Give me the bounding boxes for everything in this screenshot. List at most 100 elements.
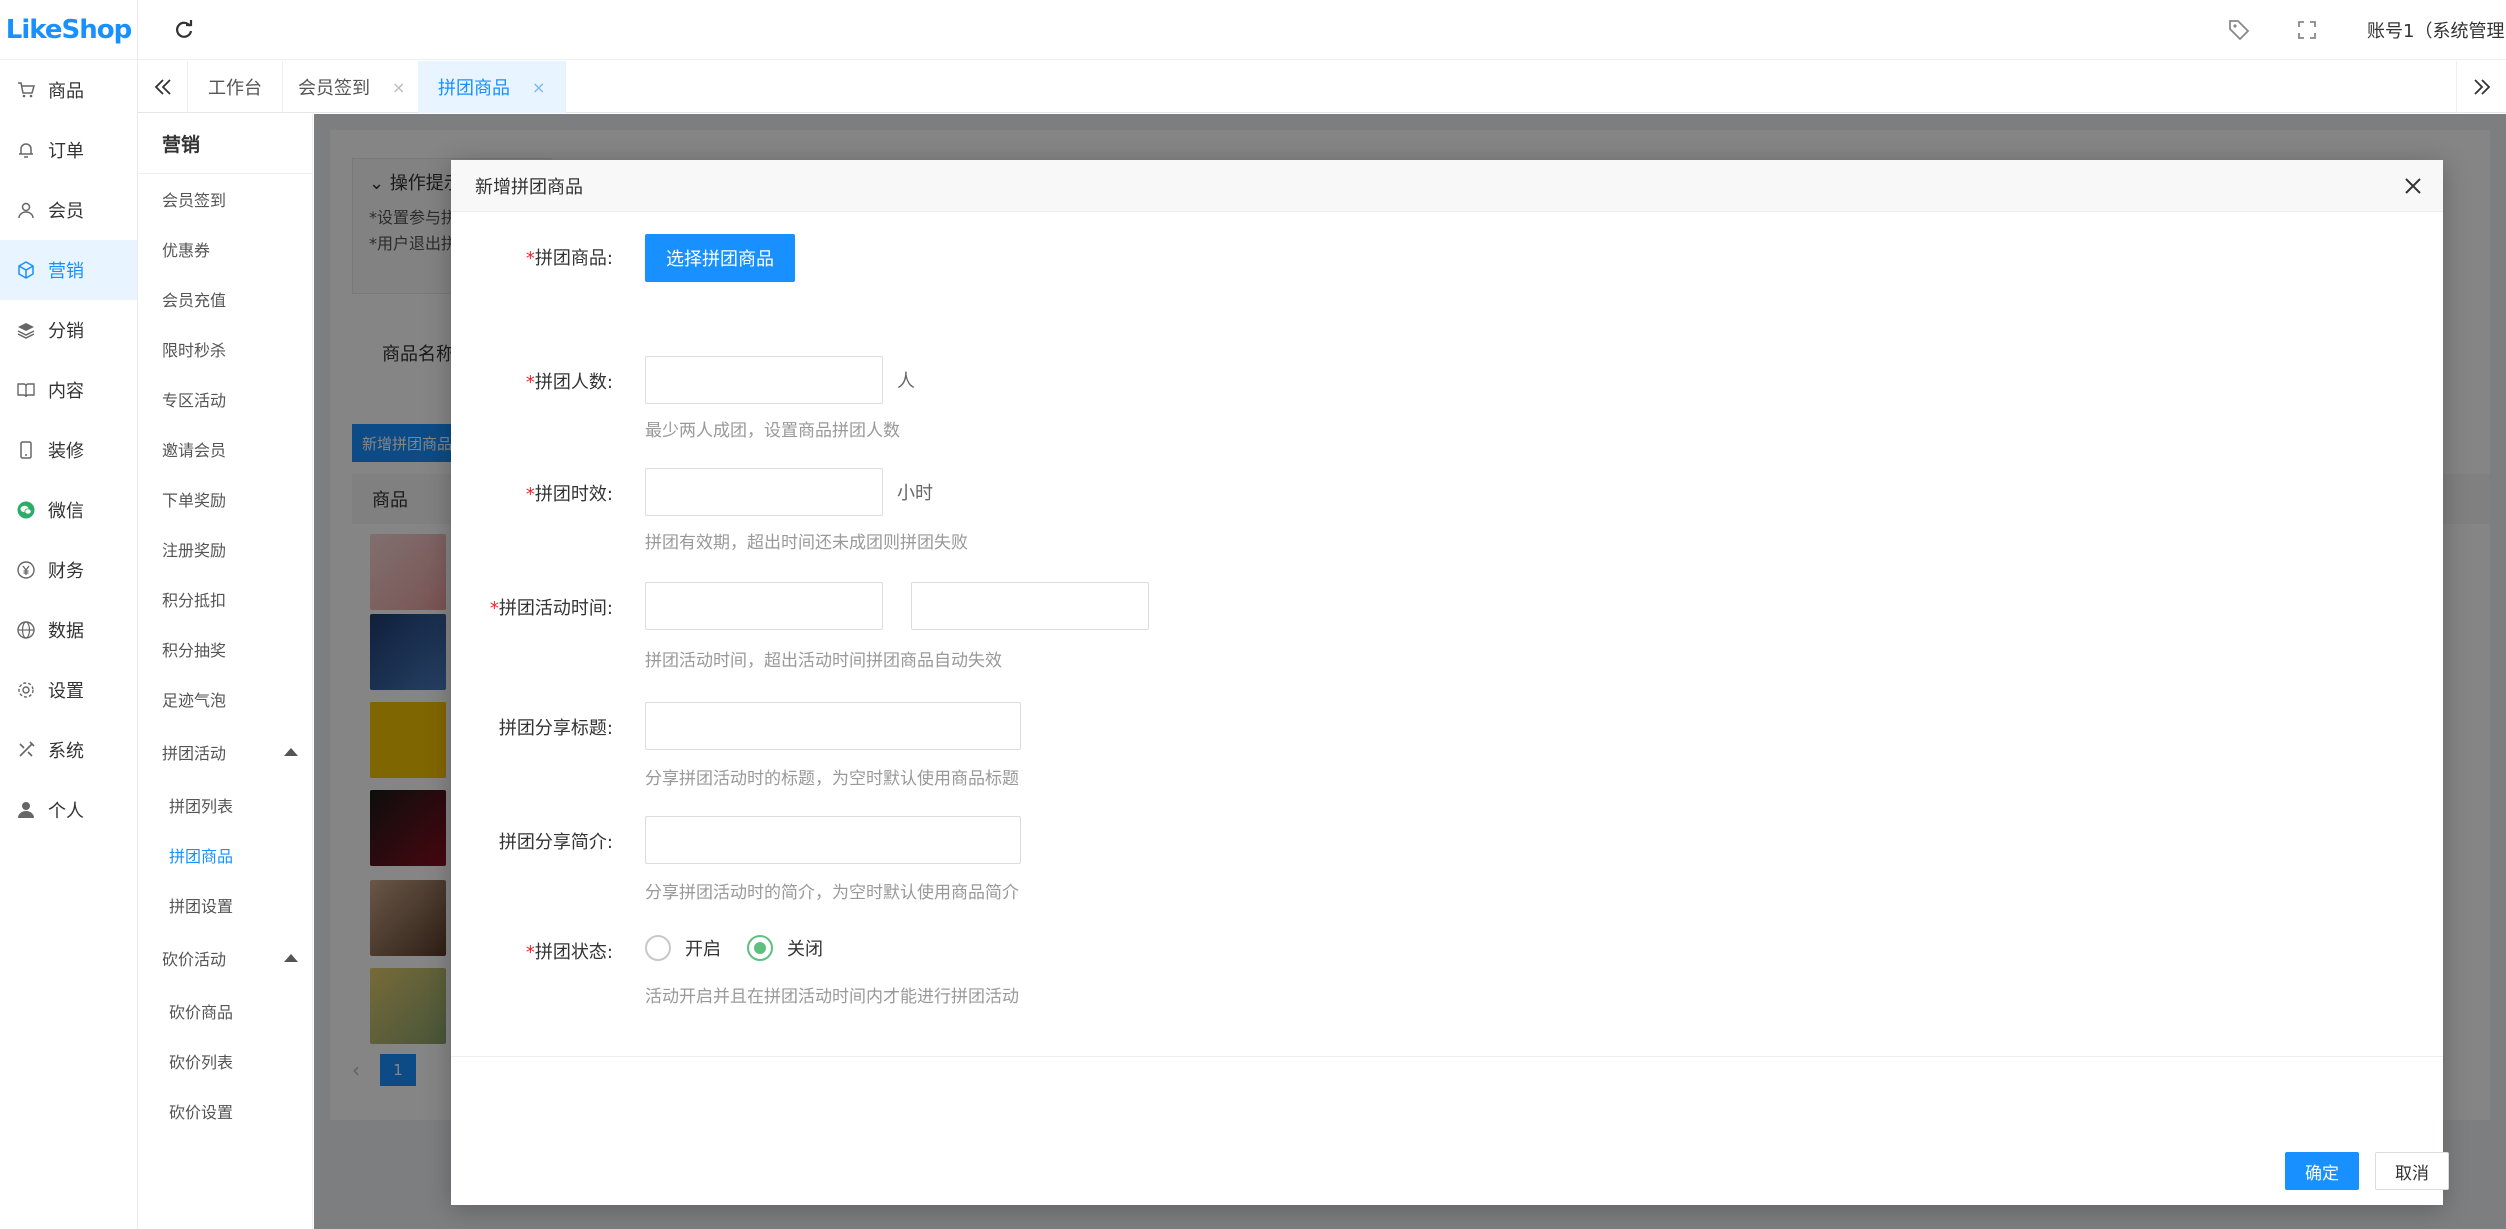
subnav-item[interactable]: 下单奖励 xyxy=(139,474,312,524)
subnav-item[interactable]: 邀请会员 xyxy=(139,424,312,474)
field-label: 拼团分享标题: xyxy=(498,718,613,739)
field-hint: 活动开启并且在拼团活动时间内才能进行拼团活动 xyxy=(645,987,1019,1007)
layers-icon xyxy=(16,320,36,340)
dialog-divider xyxy=(451,1056,2443,1057)
globe-icon xyxy=(16,620,36,640)
tab-member-checkin[interactable]: 会员签到 × xyxy=(278,61,427,113)
status-radio-off[interactable]: 关闭 xyxy=(747,935,823,961)
sidebar-item-label: 分销 xyxy=(48,321,84,342)
sidebar-item-label: 商品 xyxy=(48,81,84,102)
yen-icon xyxy=(16,560,36,580)
subnav-group-label: 拼团活动 xyxy=(162,744,227,763)
subnav-item[interactable]: 积分抽奖 xyxy=(139,624,312,674)
sidebar-item-4[interactable]: 分销 xyxy=(0,300,137,360)
person-icon xyxy=(16,800,36,820)
subnav-item-group-goods[interactable]: 拼团商品 xyxy=(139,830,312,880)
add-group-goods-dialog: 新增拼团商品 *拼团商品: 选择拼团商品 *拼团人数: 人 最少两人成团，设置商… xyxy=(451,160,2449,1205)
subnav-title: 营销 xyxy=(139,114,312,174)
wechat-icon xyxy=(16,500,36,520)
radio-circle xyxy=(645,935,671,961)
sidebar-item-label: 财务 xyxy=(48,561,84,582)
field-hint: 分享拼团活动时的简介，为空时默认使用商品简介 xyxy=(645,883,1019,903)
field-label: *拼团商品: xyxy=(525,248,613,269)
confirm-button[interactable]: 确定 xyxy=(2285,1152,2359,1190)
sidebar-item-6[interactable]: 装修 xyxy=(0,420,137,480)
book-icon xyxy=(16,380,36,400)
sidebar-item-12[interactable]: 个人 xyxy=(0,780,137,840)
tab-group-goods[interactable]: 拼团商品 × xyxy=(418,61,567,113)
subnav-item[interactable]: 足迹气泡 xyxy=(139,674,312,724)
field-hint: 拼团有效期，超出时间还未成团则拼团失败 xyxy=(645,533,968,553)
sidebar-item-label: 个人 xyxy=(48,801,84,822)
close-icon[interactable] xyxy=(2399,172,2427,200)
sidebar-item-label: 微信 xyxy=(48,501,84,522)
subnav-item[interactable]: 积分抵扣 xyxy=(139,574,312,624)
refresh-icon[interactable] xyxy=(172,18,196,42)
sidebar-item-label: 内容 xyxy=(48,381,84,402)
sidebar-item-1[interactable]: 订单 xyxy=(0,120,137,180)
tab-workbench[interactable]: 工作台 xyxy=(188,61,283,113)
tabs-scroll-left-icon[interactable] xyxy=(138,61,188,113)
caret-up-icon xyxy=(284,748,298,756)
sidebar-item-label: 设置 xyxy=(48,681,84,702)
account-name[interactable]: 账号1（系统管理员 xyxy=(2367,17,2506,43)
close-icon[interactable]: × xyxy=(392,78,405,97)
validity-hours-input[interactable] xyxy=(645,468,883,516)
dialog-title: 新增拼团商品 xyxy=(475,176,583,198)
top-header: 账号1（系统管理员 xyxy=(138,0,2506,60)
sidebar-item-10[interactable]: 设置 xyxy=(0,660,137,720)
sidebar-item-5[interactable]: 内容 xyxy=(0,360,137,420)
subnav-item[interactable]: 会员充值 xyxy=(139,274,312,324)
field-hint: 最少两人成团，设置商品拼团人数 xyxy=(645,421,900,441)
tag-icon[interactable] xyxy=(2227,18,2251,42)
subnav-item-group-list[interactable]: 拼团列表 xyxy=(139,780,312,830)
close-icon[interactable]: × xyxy=(532,78,545,97)
sidebar-item-label: 订单 xyxy=(48,141,84,162)
sidebar-item-11[interactable]: 系统 xyxy=(0,720,137,780)
sidebar-item-0[interactable]: 商品 xyxy=(0,60,137,120)
subnav-item-bargain-settings[interactable]: 砍价设置 xyxy=(139,1086,312,1136)
main-sidebar: LikeShop 商品订单会员营销分销内容装修微信财务数据设置系统个人 xyxy=(0,0,138,1229)
subnav-item-bargain-goods[interactable]: 砍价商品 xyxy=(139,986,312,1036)
activity-start-input[interactable] xyxy=(645,582,883,630)
sidebar-item-9[interactable]: 数据 xyxy=(0,600,137,660)
share-title-input[interactable] xyxy=(645,702,1021,750)
subnav-item-bargain-list[interactable]: 砍价列表 xyxy=(139,1036,312,1086)
app-logo[interactable]: LikeShop xyxy=(0,0,137,60)
field-label: *拼团状态: xyxy=(525,942,613,963)
subnav-item[interactable]: 注册奖励 xyxy=(139,524,312,574)
tabs-scroll-right-icon[interactable] xyxy=(2456,61,2506,113)
cancel-button[interactable]: 取消 xyxy=(2375,1152,2449,1190)
box-icon xyxy=(16,260,36,280)
subnav-group-bargain[interactable]: 砍价活动 xyxy=(139,930,312,986)
subnav-group-group-buy[interactable]: 拼团活动 xyxy=(139,724,312,780)
activity-end-input[interactable] xyxy=(911,582,1149,630)
fullscreen-icon[interactable] xyxy=(2295,18,2319,42)
subnav-item[interactable]: 会员签到 xyxy=(139,174,312,224)
sidebar-item-3[interactable]: 营销 xyxy=(0,240,137,300)
subnav-item[interactable]: 限时秒杀 xyxy=(139,324,312,374)
subnav-item[interactable]: 专区活动 xyxy=(139,374,312,424)
field-label: *拼团人数: xyxy=(525,372,613,393)
user-icon xyxy=(16,200,36,220)
subnav-item[interactable]: 优惠券 xyxy=(139,224,312,274)
unit-label: 人 xyxy=(897,371,915,392)
tools-icon xyxy=(16,740,36,760)
status-radio-on[interactable]: 开启 xyxy=(645,935,721,961)
tab-label: 拼团商品 xyxy=(438,78,510,99)
phone-icon xyxy=(16,440,36,460)
sidebar-item-2[interactable]: 会员 xyxy=(0,180,137,240)
bell-icon xyxy=(16,140,36,160)
marketing-subnav: 营销 会员签到 优惠券 会员充值 限时秒杀 专区活动 邀请会员 下单奖励 注册奖励 积分抵扣 积分… xyxy=(139,114,313,1229)
sidebar-item-7[interactable]: 微信 xyxy=(0,480,137,540)
select-group-goods-button[interactable]: 选择拼团商品 xyxy=(645,234,795,282)
group-size-input[interactable] xyxy=(645,356,883,404)
sidebar-item-label: 营销 xyxy=(48,261,84,282)
tab-label: 工作台 xyxy=(208,78,262,99)
share-intro-input[interactable] xyxy=(645,816,1021,864)
sidebar-item-8[interactable]: 财务 xyxy=(0,540,137,600)
gear-icon xyxy=(16,680,36,700)
sidebar-item-label: 装修 xyxy=(48,441,84,462)
subnav-item-group-settings[interactable]: 拼团设置 xyxy=(139,880,312,930)
unit-label: 小时 xyxy=(897,483,933,504)
